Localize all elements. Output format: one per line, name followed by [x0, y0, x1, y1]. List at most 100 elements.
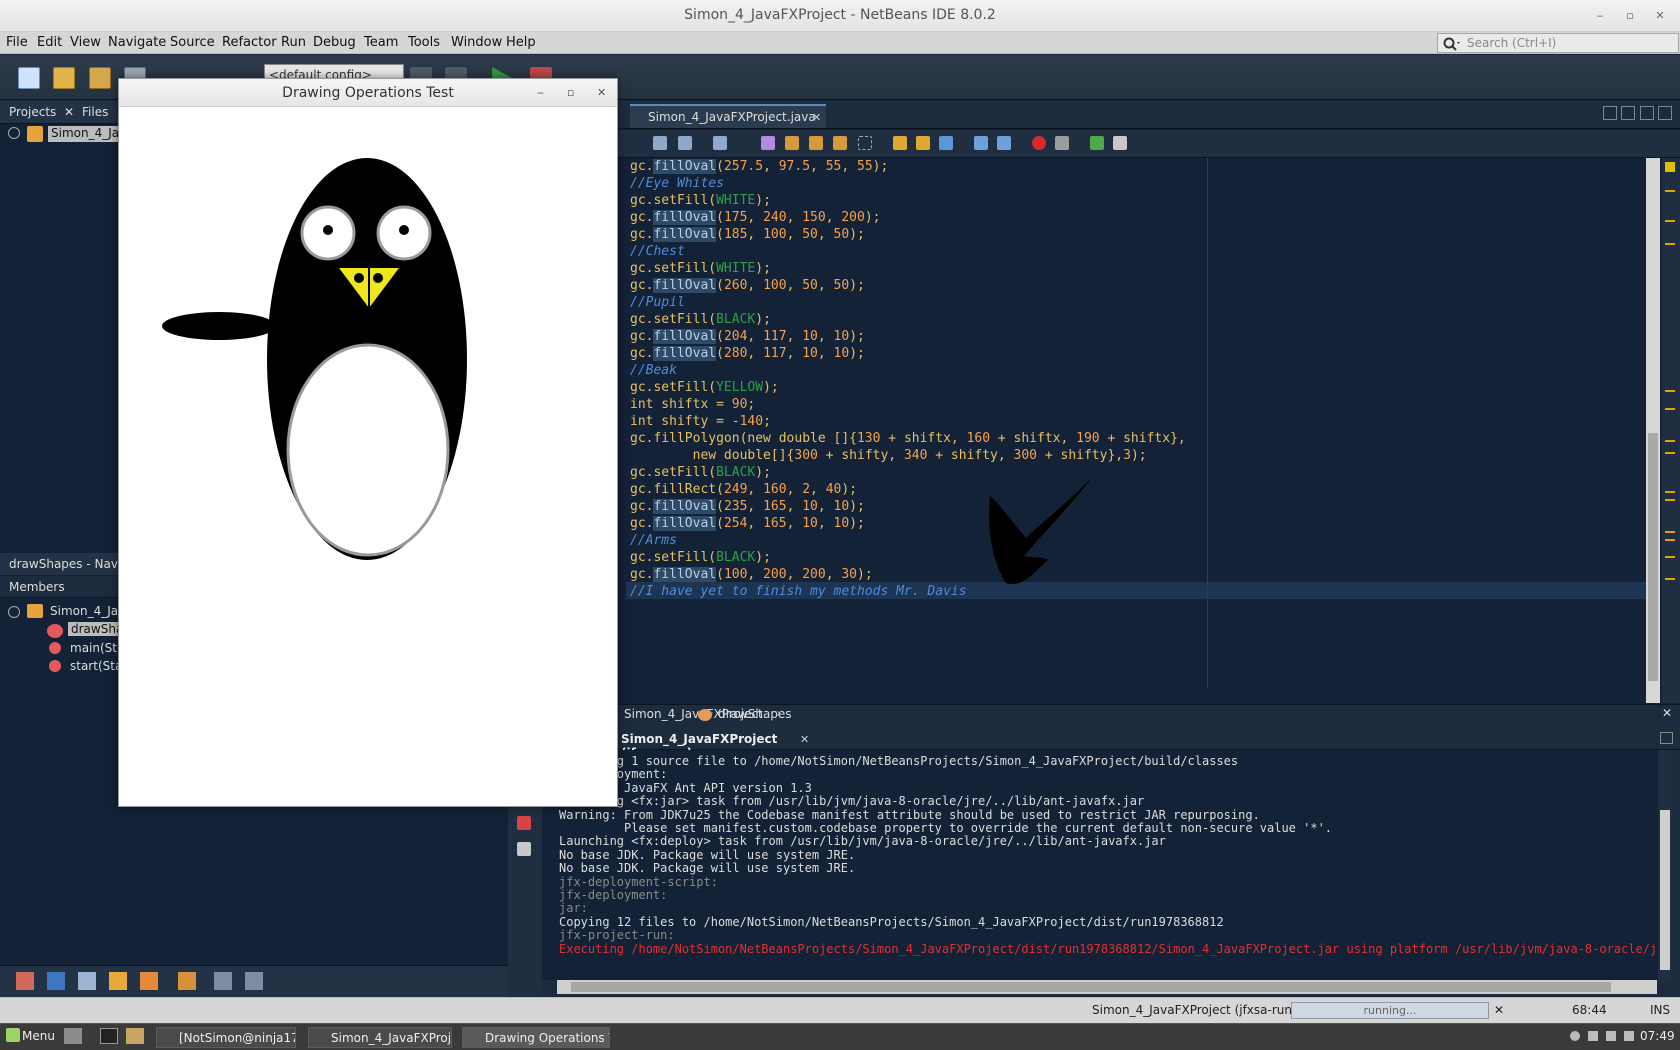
occurrence-mark[interactable] [1665, 190, 1675, 192]
progress-bar[interactable]: running... [1291, 1002, 1489, 1019]
last-edit-icon[interactable] [653, 136, 667, 150]
tab-java-file[interactable]: Simon_4_JavaFXProject.java ✕ [630, 104, 826, 128]
occurrence-mark[interactable] [1665, 220, 1675, 222]
code-line[interactable]: gc.fillPolygon(new double []{130 + shift… [630, 430, 1186, 447]
private-icon[interactable] [109, 972, 127, 990]
code-line[interactable]: new double[]{300 + shifty, 340 + shifty,… [630, 447, 1147, 464]
search-input[interactable]: Search (Ctrl+I) [1437, 33, 1679, 53]
terminal-icon[interactable] [100, 1028, 118, 1044]
code-line[interactable]: gc.fillOval(260, 100, 50, 50); [630, 277, 865, 294]
expand-toggle-icon[interactable] [8, 127, 20, 139]
sort-name-icon[interactable] [214, 972, 232, 990]
occurrence-mark[interactable] [1665, 499, 1675, 501]
expand-toggle-icon[interactable] [8, 606, 20, 618]
tab-projects[interactable]: Projects [9, 105, 56, 119]
maximize-button[interactable]: ▫ [1622, 8, 1638, 24]
occurrence-mark[interactable] [1665, 578, 1675, 580]
close-tab-icon[interactable]: ✕ [812, 111, 821, 124]
drawing-minimize-button[interactable]: ‒ [537, 86, 544, 99]
new-project-icon[interactable] [53, 67, 75, 89]
filter-icon[interactable] [16, 972, 34, 990]
start-menu-icon[interactable] [6, 1028, 20, 1042]
menu-run[interactable]: Run [281, 35, 306, 50]
find-previous-icon[interactable] [785, 136, 799, 150]
tab-list-icon[interactable] [1640, 106, 1654, 120]
code-line[interactable]: //Chest [630, 243, 685, 260]
code-line[interactable]: gc.fillOval(235, 165, 10, 10); [630, 498, 865, 515]
occurrence-mark[interactable] [1665, 440, 1675, 442]
find-selection-icon[interactable] [761, 136, 775, 150]
fields-icon[interactable] [47, 972, 65, 990]
code-line[interactable]: gc.setFill(YELLOW); [630, 379, 779, 396]
warning-status-icon[interactable] [1665, 162, 1675, 172]
menu-team[interactable]: Team [364, 35, 398, 50]
shift-right-icon[interactable] [997, 136, 1011, 150]
output-console[interactable]: Compiling 1 source file to /home/NotSimo… [542, 750, 1658, 980]
scrollbar-thumb[interactable] [571, 982, 1611, 992]
close-output-tab-icon[interactable]: ✕ [800, 733, 809, 746]
inherited-icon[interactable] [140, 972, 158, 990]
toggle-bookmark-icon[interactable] [939, 136, 953, 150]
code-line[interactable]: //I have yet to finish my methods Mr. Da… [630, 583, 967, 600]
code-line[interactable]: gc.fillOval(280, 117, 10, 10); [630, 345, 865, 362]
notification-icon[interactable] [1624, 1031, 1634, 1041]
minimize-button[interactable]: ‒ [1592, 8, 1608, 24]
error-stripe[interactable] [1662, 158, 1680, 703]
menu-debug[interactable]: Debug [313, 35, 356, 50]
next-bookmark-icon[interactable] [916, 136, 930, 150]
start-menu-button[interactable]: Menu [22, 1029, 55, 1043]
code-line[interactable]: gc.fillRect(249, 160, 2, 40); [630, 481, 857, 498]
close-breadcrumb-icon[interactable]: ✕ [1662, 706, 1672, 720]
occurrence-mark[interactable] [1665, 452, 1675, 454]
find-next-icon[interactable] [809, 136, 823, 150]
back-icon[interactable] [678, 136, 692, 150]
scrollbar-thumb[interactable] [1648, 433, 1658, 681]
menu-edit[interactable]: Edit [37, 35, 62, 50]
stop-macro-icon[interactable] [1055, 136, 1069, 150]
drawing-close-button[interactable]: ✕ [597, 86, 606, 99]
menu-navigate[interactable]: Navigate [108, 35, 166, 50]
code-line[interactable]: gc.fillOval(100, 200, 200, 30); [630, 566, 873, 583]
code-line[interactable]: gc.setFill(BLACK); [630, 549, 771, 566]
code-line[interactable]: gc.fillOval(204, 117, 10, 10); [630, 328, 865, 345]
comment-icon[interactable] [1090, 136, 1104, 150]
open-project-icon[interactable] [89, 67, 111, 89]
menu-file[interactable]: File [6, 35, 28, 50]
occurrence-mark[interactable] [1665, 531, 1675, 533]
occurrence-mark[interactable] [1665, 556, 1675, 558]
code-line[interactable]: gc.fillOval(175, 240, 150, 200); [630, 209, 881, 226]
menu-help[interactable]: Help [506, 35, 536, 50]
cancel-task-icon[interactable]: ✕ [1494, 1003, 1504, 1017]
toggle-rect-select-icon[interactable] [858, 136, 872, 150]
code-line[interactable]: gc.fillOval(257.5, 97.5, 55, 55); [630, 158, 888, 175]
code-line[interactable]: gc.setFill(WHITE); [630, 260, 771, 277]
drawing-maximize-button[interactable]: ▫ [567, 86, 574, 99]
code-line[interactable]: //Arms [630, 532, 677, 549]
user-icon[interactable] [1570, 1031, 1580, 1041]
uncomment-icon[interactable] [1113, 136, 1127, 150]
task-terminal[interactable]: [NotSimon@ninja17: ~] [156, 1027, 296, 1048]
menu-view[interactable]: View [70, 35, 101, 50]
code-line[interactable]: //Eye Whites [630, 175, 724, 192]
code-line[interactable]: int shifty = -140; [630, 413, 771, 430]
code-line[interactable]: gc.fillOval(254, 165, 10, 10); [630, 515, 865, 532]
code-line[interactable]: gc.fillOval(185, 100, 50, 50); [630, 226, 865, 243]
menu-source[interactable]: Source [170, 35, 215, 50]
menu-tools[interactable]: Tools [408, 35, 440, 50]
occurrence-mark[interactable] [1665, 539, 1675, 541]
stop-icon[interactable] [517, 816, 531, 830]
code-editor[interactable]: gc.fillOval(257.5, 97.5, 55, 55);//Eye W… [626, 158, 1646, 698]
code-line[interactable]: gc.setFill(BLACK); [630, 464, 771, 481]
new-file-icon[interactable] [18, 67, 40, 89]
file-manager-icon[interactable] [64, 1028, 82, 1044]
code-line[interactable]: gc.setFill(WHITE); [630, 192, 771, 209]
code-line[interactable]: gc.setFill(BLACK); [630, 311, 771, 328]
tab-files[interactable]: Files [82, 105, 108, 119]
maximize-editor-icon[interactable] [1658, 106, 1672, 120]
network-icon[interactable] [1588, 1031, 1598, 1041]
tab-output[interactable]: Simon_4_JavaFXProject (jfxsa-run) ✕ [595, 729, 815, 760]
toggle-highlight-icon[interactable] [833, 136, 847, 150]
code-line[interactable]: //Beak [630, 362, 677, 379]
menu-window[interactable]: Window [451, 35, 502, 50]
occurrence-mark[interactable] [1665, 390, 1675, 392]
